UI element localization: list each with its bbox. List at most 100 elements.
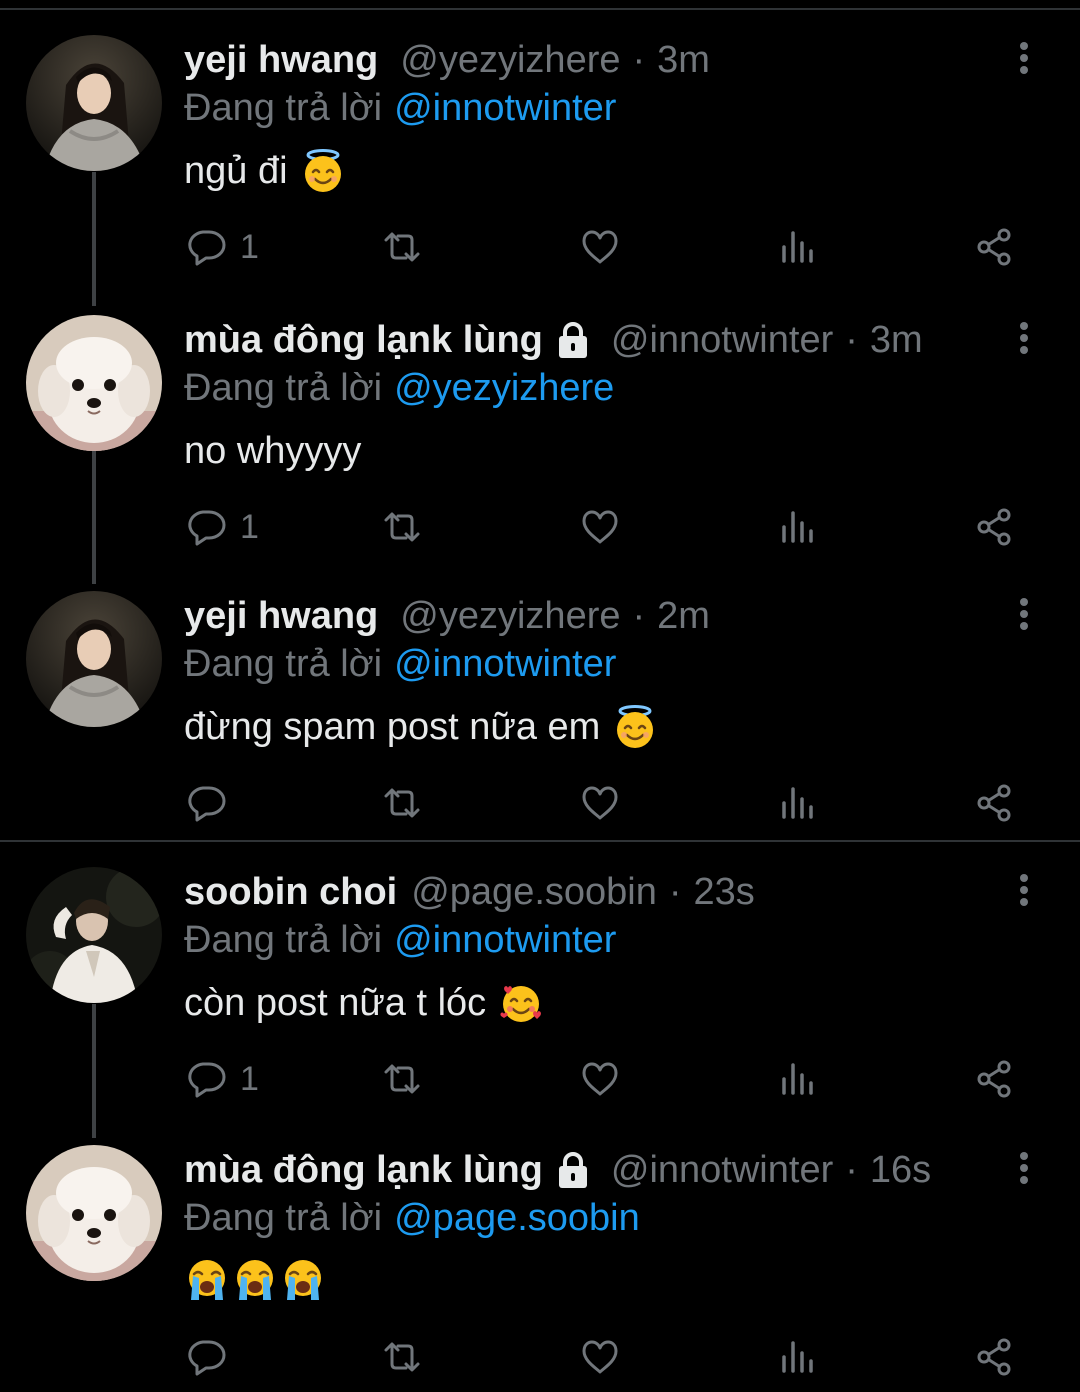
views-button[interactable]: [778, 222, 818, 272]
share-button[interactable]: [974, 502, 1014, 552]
loudly-crying-face-icon: [189, 1260, 225, 1300]
reply-mention-link[interactable]: @innotwinter: [394, 919, 616, 961]
retweet-button[interactable]: [382, 1054, 422, 1104]
author-handle[interactable]: @page.soobin: [411, 870, 657, 914]
views-button[interactable]: [778, 1332, 818, 1382]
tweet[interactable]: yeji hwang @yezyizhere · 3m Đang trả lời…: [0, 2, 1080, 282]
reply-button[interactable]: 1: [186, 1054, 259, 1104]
author-handle[interactable]: @innotwinter: [611, 1148, 833, 1192]
author-handle[interactable]: @yezyizhere: [400, 594, 620, 638]
share-button[interactable]: [974, 778, 1014, 828]
retweet-button[interactable]: [382, 778, 422, 828]
reply-mention-link[interactable]: @page.soobin: [394, 1197, 640, 1239]
tweet-body: đừng spam post nữa em: [184, 706, 601, 748]
views-button[interactable]: [778, 778, 818, 828]
share-icon: [977, 228, 1011, 266]
author-name[interactable]: mùa đông lạnk lùng: [184, 1148, 543, 1192]
reply-button[interactable]: 1: [186, 222, 259, 272]
tweet-actions: [184, 778, 1034, 828]
share-button[interactable]: [974, 1332, 1014, 1382]
views-button[interactable]: [778, 502, 818, 552]
author-name[interactable]: yeji hwang: [184, 594, 378, 638]
reply-button[interactable]: 1: [186, 502, 259, 552]
author-name[interactable]: soobin choi: [184, 870, 397, 914]
more-options-icon[interactable]: [1010, 1150, 1038, 1190]
reply-mention-link[interactable]: @yezyizhere: [394, 367, 614, 409]
like-button[interactable]: [580, 222, 620, 272]
more-options-icon[interactable]: [1010, 40, 1038, 80]
reply-prefix: Đang trả lời: [184, 643, 383, 685]
heart-icon: [582, 786, 618, 820]
tweet-timestamp[interactable]: 23s: [694, 870, 755, 914]
tweet[interactable]: mùa đông lạnk lùng @innotwinter · 16s Đa…: [0, 1112, 1080, 1392]
tweet-text: đừng spam post nữa em: [184, 702, 658, 752]
loudly-crying-face-icon: [237, 1260, 273, 1300]
more-options-icon[interactable]: [1010, 872, 1038, 912]
heart-icon: [582, 510, 618, 544]
smiling-face-with-halo-icon: [617, 705, 654, 748]
tweet-text: no whyyyy: [184, 426, 361, 476]
tweet-header: mùa đông lạnk lùng @innotwinter · 16s: [184, 1148, 931, 1192]
protected-lock-icon: [558, 322, 587, 358]
analytics-icon: [782, 1341, 813, 1373]
like-button[interactable]: [580, 502, 620, 552]
more-options-icon[interactable]: [1010, 320, 1038, 360]
like-button[interactable]: [580, 778, 620, 828]
reply-button[interactable]: [186, 1332, 240, 1382]
tweet-actions: 1: [184, 1054, 1034, 1104]
replying-to: Đang trả lời @innotwinter: [184, 918, 616, 962]
reply-icon: [188, 786, 226, 822]
protected-lock-icon: [558, 1152, 587, 1188]
reply-mention-link[interactable]: @innotwinter: [394, 643, 616, 685]
tweet-timestamp[interactable]: 16s: [870, 1148, 931, 1192]
tweet-timestamp[interactable]: 3m: [657, 38, 710, 82]
tweet-actions: [184, 1332, 1034, 1382]
share-button[interactable]: [974, 222, 1014, 272]
retweet-button[interactable]: [382, 502, 422, 552]
loudly-crying-face-icon: [285, 1260, 321, 1300]
analytics-icon: [782, 1063, 813, 1095]
like-button[interactable]: [580, 1332, 620, 1382]
reply-prefix: Đang trả lời: [184, 1197, 383, 1239]
share-icon: [977, 1338, 1011, 1376]
more-options-icon[interactable]: [1010, 596, 1038, 636]
avatar-mua-dong-lank-lung[interactable]: [26, 315, 162, 451]
like-button[interactable]: [580, 1054, 620, 1104]
share-icon: [977, 1060, 1011, 1098]
author-handle[interactable]: @innotwinter: [611, 318, 833, 362]
tweet-body: còn post nữa t lóc: [184, 982, 487, 1024]
tweet-timestamp[interactable]: 2m: [657, 594, 710, 638]
reply-icon: [188, 1062, 226, 1098]
tweet-text: còn post nữa t lóc: [184, 978, 544, 1028]
replying-to: Đang trả lời @yezyizhere: [184, 366, 614, 410]
retweet-button[interactable]: [382, 1332, 422, 1382]
share-icon: [977, 508, 1011, 546]
avatar-soobin-choi[interactable]: [26, 867, 162, 1003]
tweet-header: yeji hwang @yezyizhere · 3m: [184, 38, 710, 82]
tweet[interactable]: mùa đông lạnk lùng @innotwinter · 3m Đan…: [0, 282, 1080, 562]
share-button[interactable]: [974, 1054, 1014, 1104]
avatar-yeji-hwang[interactable]: [26, 591, 162, 727]
tweet-header: soobin choi @page.soobin · 23s: [184, 870, 755, 914]
smiling-face-with-hearts-icon: [500, 986, 542, 1022]
tweet[interactable]: soobin choi @page.soobin · 23s Đang trả …: [0, 834, 1080, 1114]
separator-dot: ·: [845, 319, 858, 361]
retweet-button[interactable]: [382, 222, 422, 272]
reply-count: 1: [240, 1059, 259, 1098]
author-name[interactable]: yeji hwang: [184, 38, 378, 82]
tweet-timestamp[interactable]: 3m: [870, 318, 923, 362]
author-handle[interactable]: @yezyizhere: [400, 38, 620, 82]
retweet-icon: [384, 1064, 420, 1094]
views-button[interactable]: [778, 1054, 818, 1104]
reply-prefix: Đang trả lời: [184, 919, 383, 961]
avatar-yeji-hwang[interactable]: [26, 35, 162, 171]
retweet-icon: [384, 788, 420, 818]
reply-mention-link[interactable]: @innotwinter: [394, 87, 616, 129]
reply-count: 1: [240, 507, 259, 546]
author-name[interactable]: mùa đông lạnk lùng: [184, 318, 543, 362]
avatar-mua-dong-lank-lung[interactable]: [26, 1145, 162, 1281]
reply-button[interactable]: [186, 778, 240, 828]
tweet-body: no whyyyy: [184, 430, 362, 472]
tweet[interactable]: yeji hwang @yezyizhere · 2m Đang trả lời…: [0, 558, 1080, 838]
analytics-icon: [782, 231, 813, 263]
